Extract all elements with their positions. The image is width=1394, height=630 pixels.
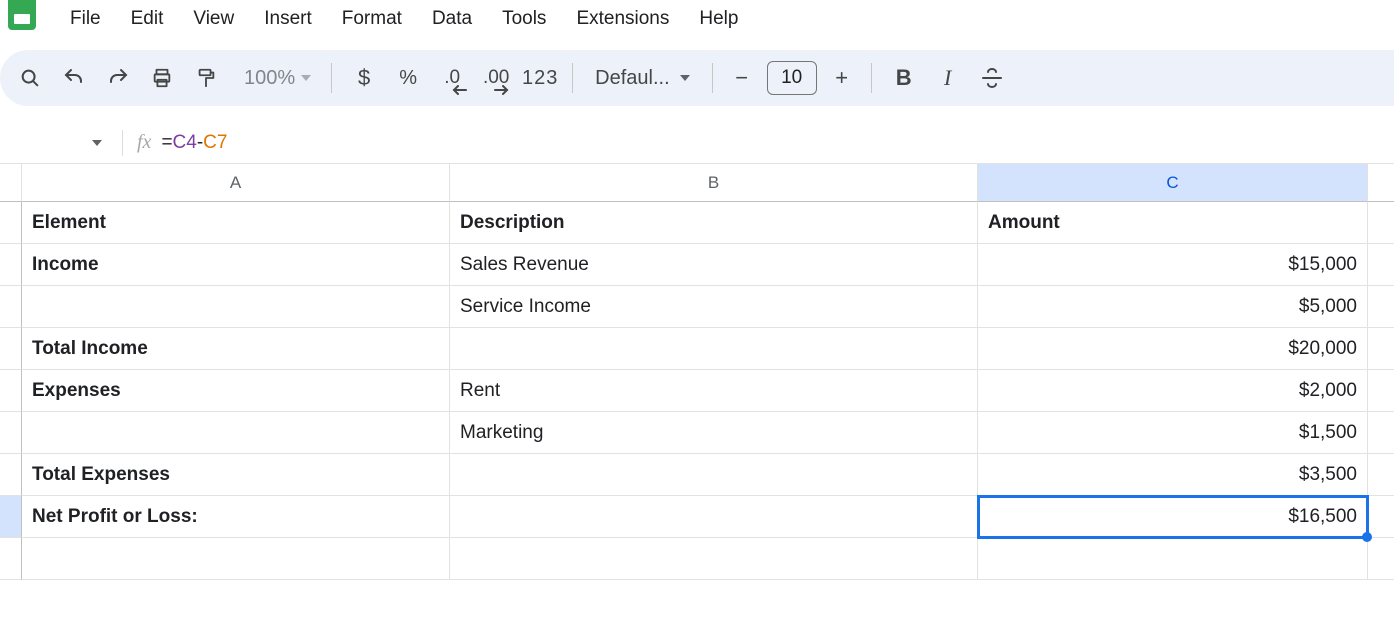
formula-bar-divider [122,130,123,156]
cell[interactable]: Description [450,202,978,244]
decrease-decimal-button[interactable]: .0 [432,58,472,98]
cell[interactable] [22,538,450,580]
zoom-label: 100% [244,67,295,90]
menu-bar: File Edit View Insert Format Data Tools … [0,0,1394,38]
sheets-logo-icon [8,0,36,30]
decrease-font-size-button[interactable]: − [725,61,759,95]
cell[interactable]: Rent [450,370,978,412]
zoom-dropdown[interactable]: 100% [230,67,319,90]
search-icon[interactable] [10,58,50,98]
select-all-corner[interactable] [0,164,22,202]
percent-format-button[interactable]: % [388,58,428,98]
row-header[interactable] [0,328,22,370]
undo-icon[interactable] [54,58,94,98]
menu-view[interactable]: View [179,2,248,36]
cell[interactable]: Net Profit or Loss: [22,496,450,538]
cell[interactable]: Income [22,244,450,286]
cell[interactable] [1368,412,1394,454]
menu-help[interactable]: Help [685,2,752,36]
cell[interactable] [450,454,978,496]
row-header[interactable] [0,538,22,580]
menu-file[interactable]: File [56,2,115,36]
cell[interactable]: $15,000 [978,244,1368,286]
cell[interactable] [1368,538,1394,580]
row-header[interactable] [0,454,22,496]
row-header[interactable] [0,370,22,412]
cell[interactable]: Marketing [450,412,978,454]
redo-icon[interactable] [98,58,138,98]
column-header-b[interactable]: B [450,164,978,202]
more-formats-button[interactable]: 123 [520,58,560,98]
chevron-down-icon [301,75,311,81]
row-header[interactable] [0,244,22,286]
font-size-input[interactable]: 10 [767,61,817,95]
toolbar-divider [871,63,872,93]
cell[interactable] [1368,496,1394,538]
cell[interactable]: $20,000 [978,328,1368,370]
cell[interactable]: Sales Revenue [450,244,978,286]
toolbar-divider [712,63,713,93]
cell[interactable] [1368,286,1394,328]
menu-extensions[interactable]: Extensions [562,2,683,36]
row-header[interactable] [0,412,22,454]
fx-icon: fx [137,131,151,154]
menu-tools[interactable]: Tools [488,2,560,36]
cell[interactable] [22,412,450,454]
cell[interactable]: $5,000 [978,286,1368,328]
cell[interactable]: $3,500 [978,454,1368,496]
name-box-dropdown[interactable] [60,129,108,157]
cell[interactable]: Service Income [450,286,978,328]
italic-button[interactable]: I [928,58,968,98]
chevron-down-icon [680,75,690,81]
cell[interactable] [450,328,978,370]
cell[interactable]: Total Income [22,328,450,370]
cell[interactable] [1368,454,1394,496]
cell[interactable] [1368,202,1394,244]
menu-format[interactable]: Format [328,2,416,36]
font-family-dropdown[interactable]: Defaul... [585,67,699,90]
column-header-c[interactable]: C [978,164,1368,202]
spreadsheet-grid: ABC ElementDescriptionAmount IncomeSales R… [0,164,1394,580]
formula-input[interactable]: =C4-C7 [161,132,227,154]
menu-data[interactable]: Data [418,2,486,36]
cell[interactable]: $2,000 [978,370,1368,412]
menu-insert[interactable]: Insert [250,2,326,36]
increase-font-size-button[interactable]: + [825,61,859,95]
toolbar-divider [331,63,332,93]
cell[interactable]: $1,500 [978,412,1368,454]
cell[interactable] [450,538,978,580]
cell[interactable] [1368,244,1394,286]
menu-edit[interactable]: Edit [117,2,178,36]
column-header-a[interactable]: A [22,164,450,202]
chevron-down-icon [92,140,102,146]
increase-decimal-button[interactable]: .00 [476,58,516,98]
formula-bar: fx =C4-C7 [0,122,1394,164]
active-cell[interactable]: $16,500 [978,496,1368,538]
cell[interactable] [450,496,978,538]
cell[interactable] [1368,328,1394,370]
row-header[interactable] [0,286,22,328]
row-header[interactable] [0,496,22,538]
toolbar: 100% $ % .0 .00 123 Defaul... − 10 + B I [0,50,1394,106]
cell[interactable] [22,286,450,328]
toolbar-divider [572,63,573,93]
paint-format-icon[interactable] [186,58,226,98]
currency-format-button[interactable]: $ [344,58,384,98]
row-header[interactable] [0,202,22,244]
cell[interactable] [1368,370,1394,412]
font-family-label: Defaul... [595,67,669,90]
cell[interactable]: Amount [978,202,1368,244]
cell[interactable]: Total Expenses [22,454,450,496]
font-size-control: − 10 + [725,61,859,95]
cell[interactable] [978,538,1368,580]
strikethrough-button[interactable] [972,58,1012,98]
print-icon[interactable] [142,58,182,98]
cell[interactable]: Element [22,202,450,244]
bold-button[interactable]: B [884,58,924,98]
cell[interactable]: Expenses [22,370,450,412]
column-header-next[interactable] [1368,164,1394,202]
